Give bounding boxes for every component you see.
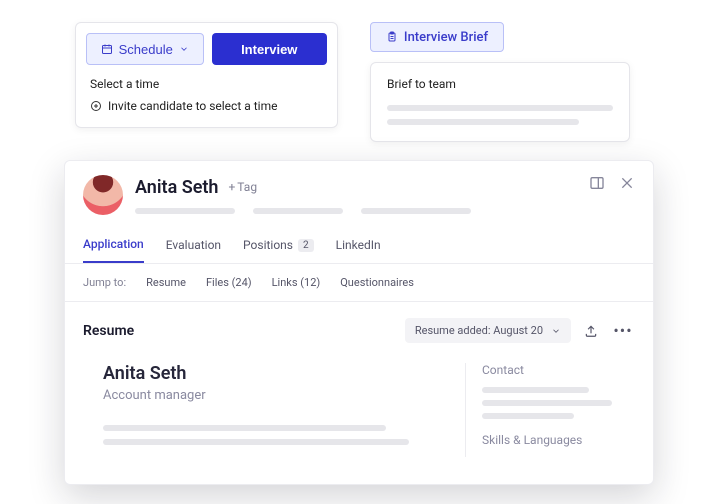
resume-section-title: Resume — [83, 323, 405, 339]
avatar — [83, 175, 123, 215]
placeholder-line — [253, 208, 343, 214]
option-select-time[interactable]: Select a time — [90, 77, 327, 91]
calendar-icon — [101, 43, 113, 55]
interview-button-label: Interview — [241, 42, 297, 57]
skills-heading: Skills & Languages — [482, 433, 635, 447]
schedule-button[interactable]: Schedule — [86, 33, 204, 65]
resume-left-column: Anita Seth Account manager — [83, 363, 425, 457]
jump-resume[interactable]: Resume — [146, 276, 186, 289]
option-invite-candidate[interactable]: Invite candidate to select a time — [90, 99, 327, 113]
brief-to-team-card: Brief to team — [370, 62, 630, 142]
tab-application[interactable]: Application — [83, 237, 144, 263]
placeholder-line — [387, 105, 613, 111]
schedule-menu-card: Schedule Interview Select a time Invite … — [75, 22, 338, 128]
chevron-down-icon — [551, 326, 561, 336]
brief-card-title: Brief to team — [387, 77, 613, 91]
schedule-options: Select a time Invite candidate to select… — [86, 77, 327, 113]
jump-questionnaires[interactable]: Questionnaires — [340, 276, 414, 289]
option-label: Invite candidate to select a time — [108, 99, 277, 113]
resume-version-dropdown[interactable]: Resume added: August 20 — [405, 318, 571, 343]
placeholder-line — [387, 119, 579, 125]
tab-label: LinkedIn — [336, 238, 381, 252]
placeholder-line — [482, 413, 574, 419]
resume-section: Resume Resume added: August 20 ••• Anita… — [65, 302, 653, 457]
positions-count-badge: 2 — [298, 239, 314, 252]
tab-evaluation[interactable]: Evaluation — [166, 237, 221, 263]
contact-heading: Contact — [482, 363, 635, 377]
tab-linkedin[interactable]: LinkedIn — [336, 237, 381, 263]
tab-positions[interactable]: Positions 2 — [243, 237, 314, 263]
option-label: Select a time — [90, 77, 159, 91]
resume-name: Anita Seth — [103, 363, 425, 384]
header-icon-row — [589, 175, 635, 191]
placeholder-line — [103, 439, 409, 445]
resume-dropdown-label: Resume added: August 20 — [415, 324, 543, 337]
resume-role: Account manager — [103, 388, 425, 403]
tab-label: Application — [83, 237, 144, 251]
jump-links[interactable]: Links (12) — [272, 276, 321, 289]
placeholder-line — [103, 425, 386, 431]
jump-files[interactable]: Files (24) — [206, 276, 252, 289]
resume-right-column: Contact Skills & Languages — [465, 363, 635, 457]
tag-label: Tag — [237, 180, 257, 194]
more-icon[interactable]: ••• — [611, 319, 635, 343]
tab-bar: Application Evaluation Positions 2 Linke… — [65, 219, 653, 264]
panel-icon[interactable] — [589, 175, 605, 191]
placeholder-line — [361, 208, 471, 214]
candidate-card: Anita Seth + Tag Application Evaluation — [64, 160, 654, 485]
interview-button[interactable]: Interview — [212, 33, 328, 65]
schedule-button-label: Schedule — [119, 42, 173, 57]
schedule-button-row: Schedule Interview — [86, 33, 327, 65]
candidate-name: Anita Seth — [135, 177, 218, 198]
candidate-header: Anita Seth + Tag — [65, 161, 653, 219]
plus-icon: + — [228, 180, 235, 194]
add-tag-button[interactable]: + Tag — [228, 180, 257, 194]
jump-to-row: Jump to: Resume Files (24) Links (12) Qu… — [65, 264, 653, 302]
close-icon[interactable] — [619, 175, 635, 191]
placeholder-line — [135, 208, 235, 214]
jump-to-label: Jump to: — [83, 276, 126, 289]
placeholder-line — [482, 387, 589, 393]
tab-label: Positions — [243, 238, 293, 252]
interview-brief-label: Interview Brief — [404, 30, 488, 45]
interview-brief-button[interactable]: Interview Brief — [370, 22, 504, 52]
upload-icon[interactable] — [579, 319, 603, 343]
clipboard-icon — [386, 31, 398, 43]
placeholder-line — [482, 400, 612, 406]
plus-circle-icon — [90, 100, 102, 112]
chevron-down-icon — [179, 44, 189, 54]
tab-label: Evaluation — [166, 238, 221, 252]
